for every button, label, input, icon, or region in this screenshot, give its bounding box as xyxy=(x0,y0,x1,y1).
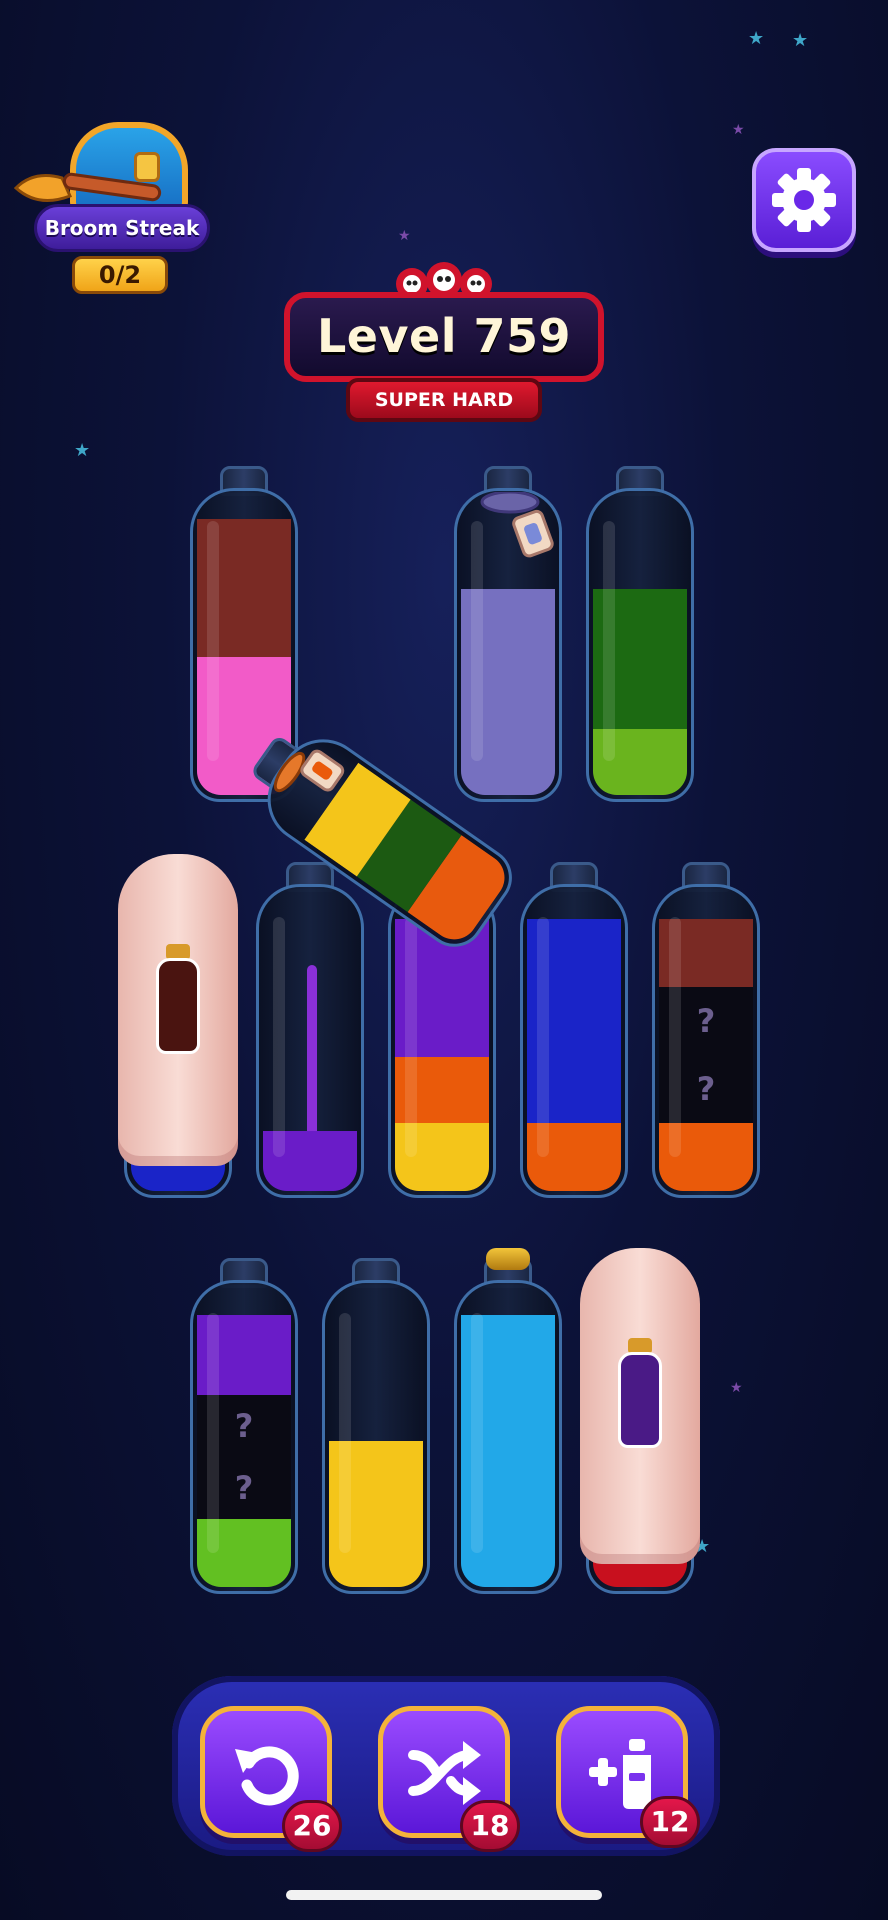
add-tube-count-badge: 12 xyxy=(640,1796,700,1848)
undo-count-badge: 26 xyxy=(282,1800,342,1852)
mystery-cloth-cover xyxy=(118,854,238,1166)
tube-glass xyxy=(454,1280,562,1594)
corked-tube[interactable] xyxy=(454,1248,562,1594)
undo-icon xyxy=(235,1746,299,1806)
tube-glass: ? ? xyxy=(652,884,760,1198)
tag-icon xyxy=(480,492,554,558)
tube-glass: ? ? xyxy=(190,1280,298,1594)
star-decoration: ★ xyxy=(74,440,91,461)
tube[interactable] xyxy=(322,1258,430,1594)
tube-glass xyxy=(256,884,364,1198)
broom-streak-title: Broom Streak xyxy=(34,204,210,252)
star-decoration: ★ xyxy=(748,28,765,49)
broom-streak-count: 0/2 xyxy=(72,256,168,294)
broom-icon xyxy=(14,172,162,202)
shuffle-icon xyxy=(408,1741,481,1805)
level-title: Level 759 xyxy=(284,292,604,382)
star-decoration: ★ xyxy=(792,30,809,51)
star-decoration: ★ xyxy=(732,122,745,138)
cork-icon xyxy=(486,1248,530,1270)
settings-button[interactable] xyxy=(752,148,856,252)
mystery-cloth-cover xyxy=(580,1248,700,1564)
star-decoration: ★ xyxy=(398,228,411,244)
gear-icon xyxy=(772,168,836,232)
tube[interactable] xyxy=(256,862,364,1198)
tube-glass xyxy=(322,1280,430,1594)
tube[interactable] xyxy=(454,466,562,802)
star-decoration: ★ xyxy=(730,1380,743,1396)
hint-bottle-icon xyxy=(618,1352,662,1448)
tube-glass xyxy=(586,488,694,802)
shuffle-count-badge: 18 xyxy=(460,1800,520,1852)
tube[interactable]: ? ? xyxy=(652,862,760,1198)
broom-streak-badge[interactable]: Broom Streak 0/2 xyxy=(12,118,210,298)
tube[interactable] xyxy=(586,466,694,802)
tube[interactable]: ? ? xyxy=(190,1258,298,1594)
tube[interactable] xyxy=(520,862,628,1198)
tube-glass xyxy=(520,884,628,1198)
hint-bottle-icon xyxy=(156,958,200,1054)
home-indicator[interactable] xyxy=(286,1890,602,1900)
difficulty-label: SUPER HARD xyxy=(346,378,542,422)
